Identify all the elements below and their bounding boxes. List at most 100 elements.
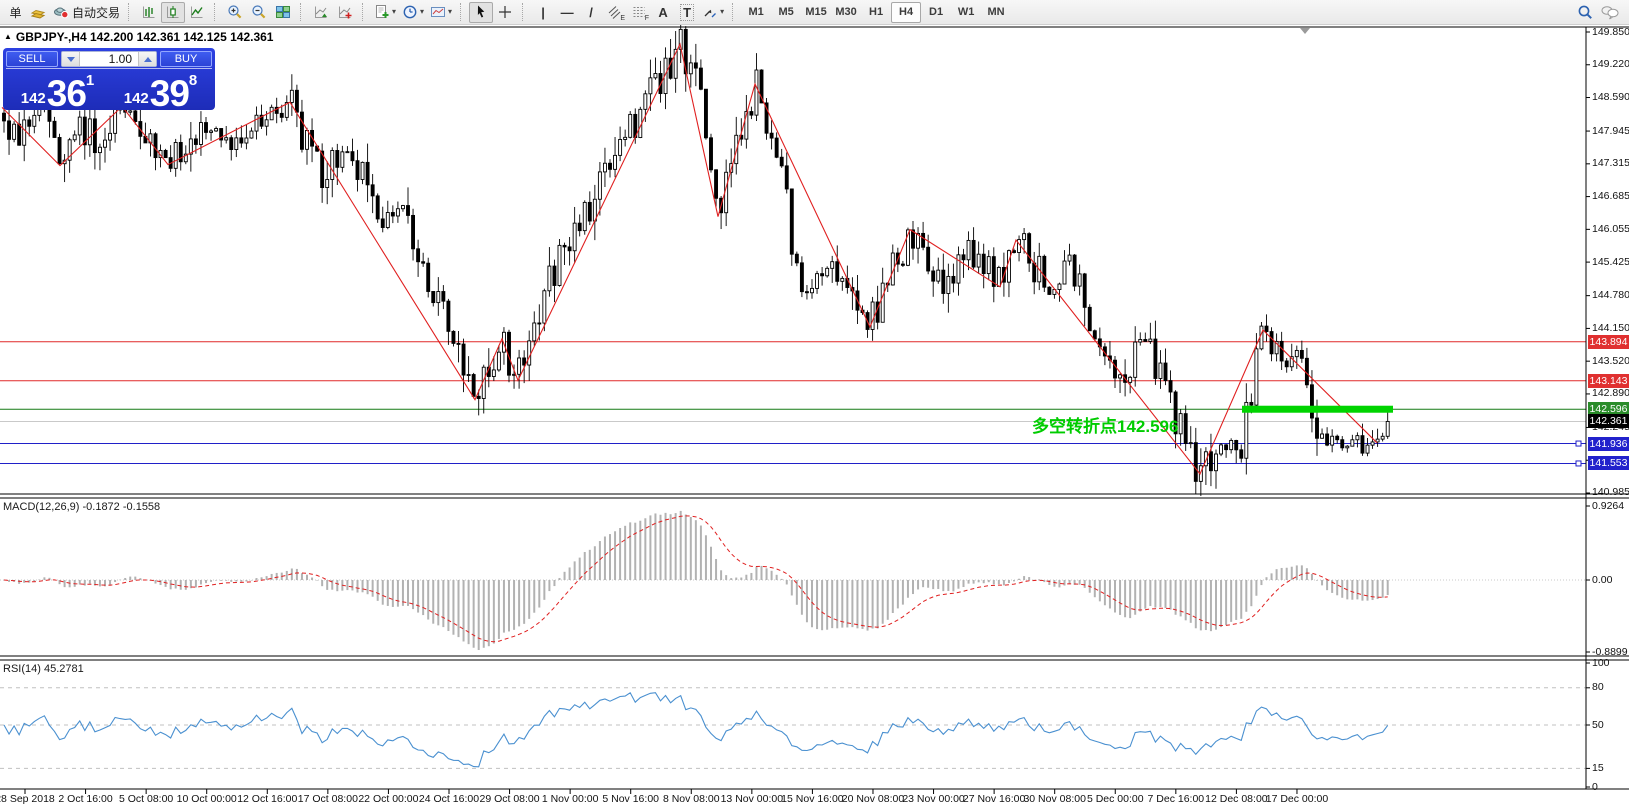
price-axis-label: 144.780 bbox=[1592, 289, 1629, 302]
volume-increase-button[interactable] bbox=[138, 52, 156, 66]
period-icon bbox=[403, 5, 417, 19]
equidistant-channel-tool[interactable]: E bbox=[603, 2, 627, 23]
chart-workspace: ▲ GBPJPY-,H4 142.200 142.361 142.125 142.… bbox=[0, 25, 1629, 808]
price-axis-label: 145.425 bbox=[1592, 255, 1629, 268]
line-chart-icon bbox=[191, 6, 203, 18]
indicator-window-icon bbox=[315, 6, 328, 18]
timeframe-button-m5[interactable]: M5 bbox=[771, 2, 801, 23]
search-icon bbox=[1578, 5, 1592, 19]
search-button[interactable] bbox=[1573, 2, 1597, 23]
indicator-add-button[interactable] bbox=[333, 2, 357, 23]
indicator-window-button[interactable] bbox=[309, 2, 333, 23]
price-axis-label: 147.315 bbox=[1592, 157, 1629, 170]
sell-button[interactable]: SELL bbox=[6, 51, 58, 67]
rsi-axis-label: 80 bbox=[1592, 681, 1604, 694]
price-axis-label: 142.890 bbox=[1592, 387, 1629, 400]
toolbar-separator bbox=[460, 3, 465, 21]
line-chart-button[interactable] bbox=[185, 2, 209, 23]
tile-windows-button[interactable] bbox=[271, 2, 295, 23]
macd-indicator-label: MACD(12,26,9) -0.1872 -0.1558 bbox=[3, 501, 161, 513]
new-chart-button[interactable]: ▾ bbox=[371, 2, 399, 23]
text-tool[interactable]: A bbox=[651, 2, 675, 23]
price-axis-label: 149.850 bbox=[1592, 25, 1629, 38]
gold-button[interactable] bbox=[26, 2, 50, 23]
rsi-axis-label: 50 bbox=[1592, 718, 1604, 731]
chevron-down-icon: ▾ bbox=[720, 7, 725, 16]
toolbar-separator bbox=[128, 3, 133, 21]
rsi-axis-label: 15 bbox=[1592, 761, 1604, 774]
chevron-down-icon: ▾ bbox=[392, 7, 397, 16]
rsi-indicator-label: RSI(14) 45.2781 bbox=[3, 663, 84, 675]
zoom-in-button[interactable] bbox=[223, 2, 247, 23]
timeframe-button-d1[interactable]: D1 bbox=[921, 2, 951, 23]
chat-icon bbox=[1601, 6, 1619, 20]
candlestick-icon bbox=[167, 6, 179, 18]
timeframe-button-w1[interactable]: W1 bbox=[951, 2, 981, 23]
volume-decrease-button[interactable] bbox=[62, 52, 80, 66]
cursor-button[interactable] bbox=[469, 1, 494, 23]
price-axis-label: 147.945 bbox=[1592, 124, 1629, 137]
new-order-label: 单 bbox=[9, 5, 22, 20]
toolbar-right-group bbox=[1573, 2, 1623, 23]
autotrade-button[interactable]: 自动交易 bbox=[50, 2, 123, 23]
buy-price[interactable]: 142 39 8 bbox=[109, 68, 212, 112]
template-button[interactable]: ▾ bbox=[427, 2, 455, 23]
sell-price[interactable]: 142 36 1 bbox=[6, 68, 109, 112]
caret-up-icon bbox=[143, 56, 152, 62]
timeframe-button-h1[interactable]: H1 bbox=[861, 2, 891, 23]
horizontal-line-tool[interactable]: — bbox=[555, 2, 579, 23]
autotrade-label: 自动交易 bbox=[72, 5, 121, 20]
chart-ohlc-title: ▲ GBPJPY-,H4 142.200 142.361 142.125 142.… bbox=[4, 30, 273, 44]
vertical-line-tool[interactable]: | bbox=[531, 2, 555, 23]
mt4-window: 单 自动交易 ▾ ▾ ▾ | — / E F A T ▾ M1 M5 M15 M… bbox=[0, 0, 1629, 808]
label-tool-icon: T bbox=[680, 3, 695, 21]
toolbar-separator bbox=[362, 3, 367, 21]
fibonacci-sub-label: F bbox=[644, 14, 650, 22]
chevron-down-icon: ▾ bbox=[420, 7, 425, 16]
crosshair-icon bbox=[499, 6, 512, 18]
text-label-tool[interactable]: T bbox=[675, 2, 699, 23]
price-badge: 143.143 bbox=[1588, 373, 1629, 388]
crosshair-button[interactable] bbox=[493, 2, 517, 23]
toolbar-separator bbox=[214, 3, 219, 21]
timeframe-button-mn[interactable]: MN bbox=[981, 2, 1011, 23]
autotrade-icon bbox=[54, 7, 69, 19]
chevron-down-icon: ▾ bbox=[448, 7, 453, 16]
chat-button[interactable] bbox=[1597, 2, 1623, 23]
new-chart-icon bbox=[376, 5, 389, 18]
one-click-panel-toggle-icon[interactable]: ▲ bbox=[4, 32, 12, 41]
price-axis-label: 148.590 bbox=[1592, 91, 1629, 104]
price-axis-label: 143.520 bbox=[1592, 354, 1629, 367]
tile-windows-icon bbox=[276, 6, 291, 18]
price-axis-label: 149.220 bbox=[1592, 58, 1629, 71]
arrows-tool[interactable]: ▾ bbox=[699, 2, 727, 23]
one-click-trading-panel: SELL 1.00 BUY 142 36 1 142 39 8 bbox=[3, 48, 215, 112]
toolbar-separator bbox=[732, 3, 737, 21]
timeframe-button-m1[interactable]: M1 bbox=[741, 2, 771, 23]
trendline-tool[interactable]: / bbox=[579, 2, 603, 23]
symbol-period-label: GBPJPY-,H4 bbox=[15, 30, 87, 44]
period-button[interactable]: ▾ bbox=[399, 2, 427, 23]
price-badge: 141.553 bbox=[1588, 456, 1629, 471]
fibonacci-tool[interactable]: F bbox=[627, 2, 651, 23]
trendline-icon: / bbox=[589, 4, 593, 20]
volume-stepper[interactable]: 1.00 bbox=[61, 51, 157, 67]
zoom-in-icon bbox=[228, 5, 242, 19]
timeframe-button-h4[interactable]: H4 bbox=[891, 1, 922, 23]
macd-axis-label: 0.9264 bbox=[1592, 499, 1625, 512]
buy-button[interactable]: BUY bbox=[160, 51, 212, 67]
candlestick-button[interactable] bbox=[161, 1, 186, 23]
timeframe-button-m15[interactable]: M15 bbox=[801, 2, 831, 23]
caret-down-icon bbox=[66, 56, 75, 62]
zoom-out-button[interactable] bbox=[247, 2, 271, 23]
arrows-tool-icon bbox=[704, 9, 717, 18]
new-order-button[interactable]: 单 bbox=[2, 2, 26, 23]
cursor-icon bbox=[477, 5, 485, 18]
channel-sub-label: E bbox=[620, 14, 626, 22]
price-axis-label: 144.150 bbox=[1592, 321, 1629, 334]
chart-canvas[interactable] bbox=[0, 25, 1629, 808]
bar-chart-button[interactable] bbox=[137, 2, 161, 23]
timeframe-button-m30[interactable]: M30 bbox=[831, 2, 861, 23]
volume-input[interactable]: 1.00 bbox=[80, 52, 138, 66]
template-icon bbox=[431, 7, 446, 17]
